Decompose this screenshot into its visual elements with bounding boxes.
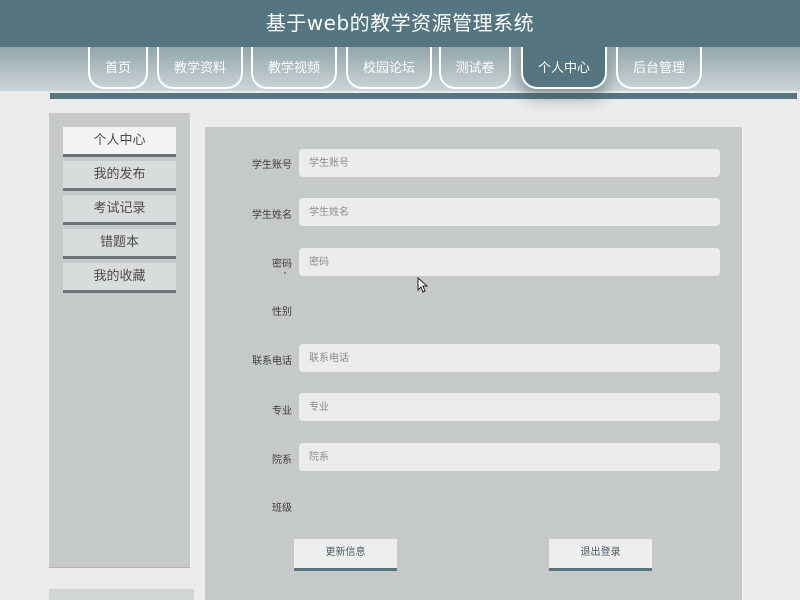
- sidebar-item-favorites[interactable]: 我的收藏: [63, 263, 176, 293]
- student-account-label: 学生账号: [252, 160, 292, 171]
- lower-left-panel: [49, 589, 194, 600]
- app-header: 基于web的教学资源管理系统: [0, 0, 800, 47]
- sidebar-item-personal-center[interactable]: 个人中心: [63, 127, 176, 157]
- sidebar-item-my-posts[interactable]: 我的发布: [63, 161, 176, 191]
- password-input[interactable]: [299, 248, 720, 276]
- sidebar: 个人中心 我的发布 考试记录 错题本 我的收藏: [49, 113, 190, 568]
- tab-teaching-videos[interactable]: 教学视频: [251, 47, 337, 89]
- major-input[interactable]: [299, 393, 720, 421]
- department-label: 院系: [272, 455, 292, 466]
- class-label: 班级: [272, 503, 292, 514]
- logout-button[interactable]: 退出登录: [549, 539, 652, 571]
- nav-underline: [50, 93, 797, 99]
- required-mark: [284, 272, 286, 274]
- tab-campus-forum[interactable]: 校园论坛: [346, 47, 432, 89]
- phone-input[interactable]: [299, 344, 720, 372]
- password-label: 密码: [272, 259, 292, 270]
- student-name-input[interactable]: [299, 198, 720, 226]
- tab-home[interactable]: 首页: [88, 47, 148, 89]
- phone-label: 联系电话: [252, 356, 292, 367]
- student-name-label: 学生姓名: [252, 210, 292, 221]
- tab-personal-center[interactable]: 个人中心: [521, 47, 607, 89]
- sidebar-item-exam-records[interactable]: 考试记录: [63, 195, 176, 225]
- page-title: 基于web的教学资源管理系统: [265, 11, 535, 35]
- sidebar-item-mistake-book[interactable]: 错题本: [63, 229, 176, 259]
- tab-admin[interactable]: 后台管理: [616, 47, 702, 89]
- department-input[interactable]: [299, 443, 720, 471]
- update-info-button[interactable]: 更新信息: [294, 539, 397, 571]
- tab-teaching-materials[interactable]: 教学资料: [157, 47, 243, 89]
- tab-test-papers[interactable]: 测试卷: [439, 47, 511, 89]
- student-account-input[interactable]: [299, 149, 720, 177]
- major-label: 专业: [272, 406, 292, 417]
- gender-label: 性别: [272, 307, 292, 318]
- mouse-cursor-icon: [417, 277, 428, 293]
